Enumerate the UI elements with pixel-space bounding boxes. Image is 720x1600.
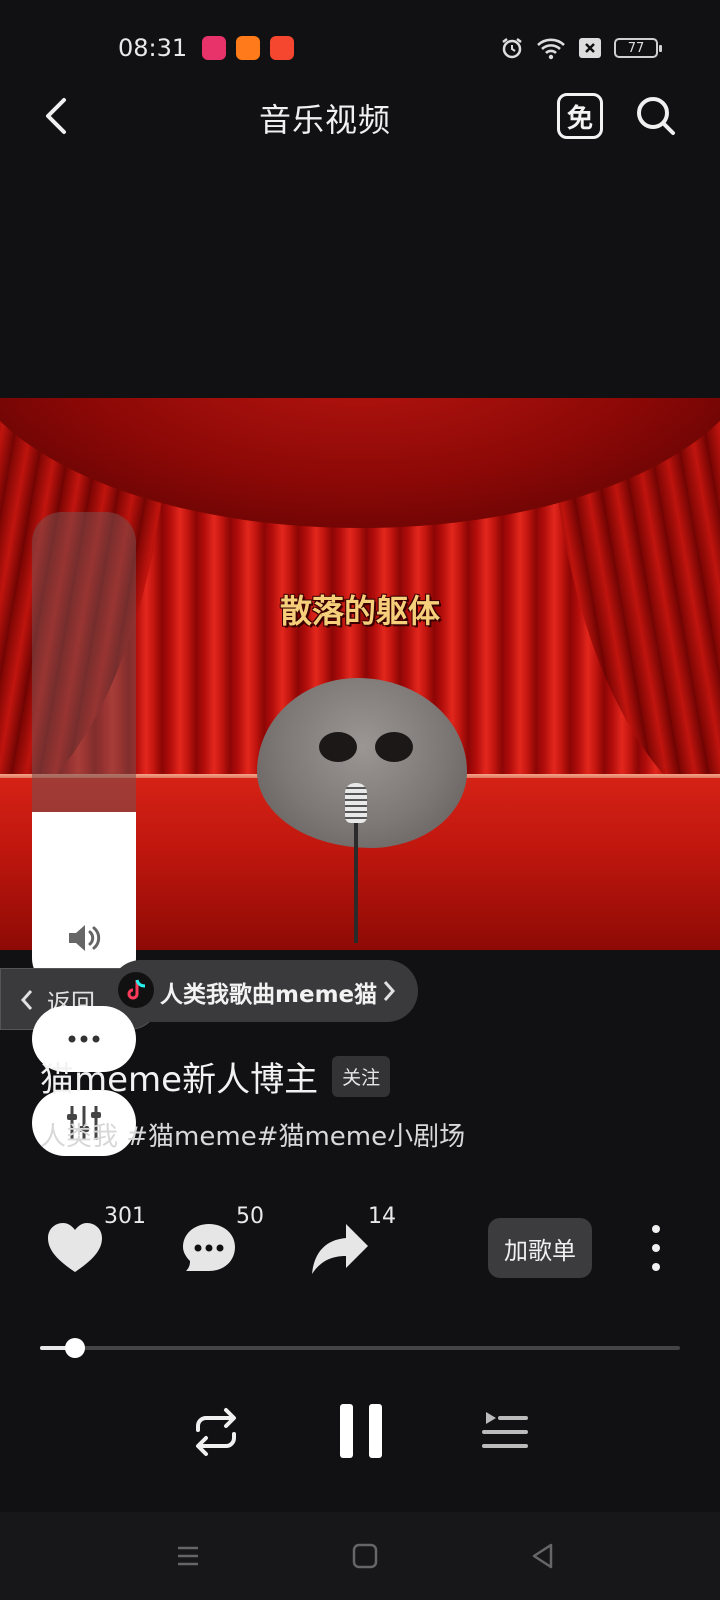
ellipsis-icon — [68, 1035, 100, 1043]
song-tag-label: 人类我歌曲meme猫 — [160, 982, 378, 1008]
battery-icon: 77 — [614, 38, 662, 58]
cat-eye-right — [375, 732, 413, 762]
follow-button[interactable]: 关注 — [332, 1056, 391, 1097]
status-time: 08:31 — [118, 34, 188, 62]
volume-slider[interactable] — [32, 512, 136, 988]
progress-bar[interactable] — [40, 1338, 680, 1358]
add-to-playlist-button[interactable]: 加歌单 — [488, 1218, 592, 1278]
comment-count: 50 — [236, 1204, 264, 1229]
app-icon-3 — [270, 36, 294, 60]
microphone — [345, 783, 367, 823]
more-menu-button[interactable] — [644, 1225, 668, 1271]
search-icon[interactable] — [632, 92, 680, 140]
post-description: 人类我 #猫meme#猫meme小剧场 — [40, 1122, 466, 1152]
speaker-icon — [69, 925, 101, 951]
alarm-icon — [502, 38, 522, 59]
repeat-icon[interactable] — [188, 1404, 244, 1460]
comment-icon[interactable] — [178, 1218, 240, 1280]
cat-eye-left — [319, 732, 357, 762]
app-icon-2 — [236, 36, 260, 60]
song-tag-link[interactable]: 人类我歌曲meme猫 — [110, 960, 418, 1022]
system-nav-bar — [0, 1512, 720, 1600]
app-icon-1 — [202, 36, 226, 60]
wifi-icon — [537, 38, 565, 60]
free-mode-button[interactable]: 免 — [557, 93, 603, 139]
share-icon[interactable] — [310, 1218, 372, 1280]
back-icon[interactable] — [523, 1536, 563, 1576]
like-count: 301 — [104, 1204, 146, 1229]
volume-fill — [32, 811, 136, 988]
heart-icon[interactable] — [44, 1218, 106, 1280]
menu-icon[interactable] — [168, 1536, 208, 1576]
tiktok-icon — [118, 972, 154, 1008]
share-count: 14 — [368, 1204, 396, 1229]
progress-knob[interactable] — [65, 1338, 86, 1358]
status-icons: 77 — [500, 36, 662, 60]
page-title: 音乐视频 — [258, 101, 391, 139]
pause-button[interactable] — [340, 1404, 382, 1458]
battery-level: 77 — [627, 40, 645, 56]
chevron-right-icon — [383, 981, 396, 1001]
author-row: 猫meme新人博主 关注 — [40, 1052, 391, 1101]
sim-x-icon — [579, 38, 601, 58]
top-bar: 音乐视频 免 — [0, 80, 720, 152]
chevron-left-icon — [20, 990, 33, 1010]
author-name[interactable]: 猫meme新人博主 — [40, 1052, 318, 1101]
microphone-stand — [354, 823, 358, 943]
home-icon[interactable] — [345, 1536, 385, 1576]
playlist-icon[interactable] — [476, 1404, 532, 1460]
